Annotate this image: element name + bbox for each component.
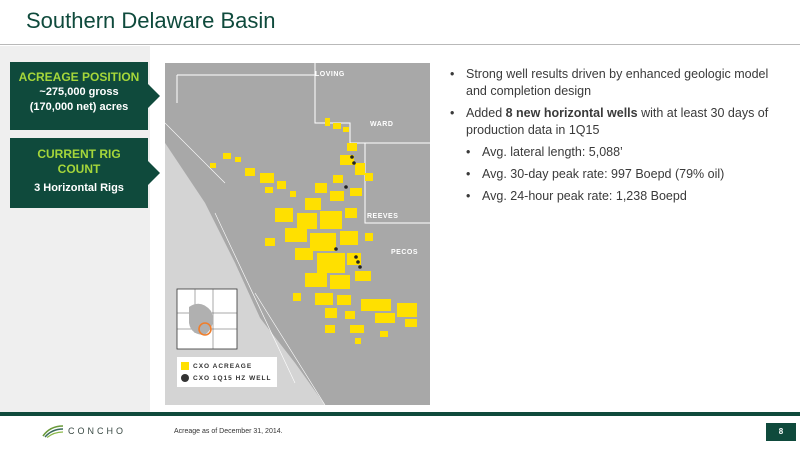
key-points: Strong well results driven by enhanced g… [450,66,790,210]
title-divider [0,44,800,45]
acreage-position-callout: ACREAGE POSITION ~275,000 gross (170,000… [10,62,160,130]
logo-wordmark: CONCHO [68,426,126,436]
callout-arrow [148,161,160,185]
map-graphic [165,63,430,405]
bullet-new-wells: Added 8 new horizontal wells with at lea… [450,105,790,139]
legend-wells: CXO 1Q15 HZ WELL [181,372,273,384]
sub-bullet-24-hour-rate: Avg. 24-hour peak rate: 1,238 Boepd [450,188,790,205]
footer-rule [0,412,800,416]
company-logo: CONCHO [42,424,126,438]
county-label-loving: LOVING [315,71,345,78]
bullet-well-results: Strong well results driven by enhanced g… [450,66,790,100]
page-number: 8 [766,423,796,441]
sub-bullet-lateral-length: Avg. lateral length: 5,088’ [450,144,790,161]
sub-bullet-30-day-rate: Avg. 30-day peak rate: 997 Boepd (79% oi… [450,166,790,183]
acreage-position-heading: ACREAGE POSITION [18,70,140,84]
acreage-gross: ~275,000 gross [39,86,119,98]
footnote: Acreage as of December 31, 2014. [174,428,283,435]
map-legend: CXO ACREAGE CXO 1Q15 HZ WELL [177,357,277,387]
rig-count-callout: CURRENT RIG COUNT 3 Horizontal Rigs [10,138,160,208]
rig-count-value: 3 Horizontal Rigs [34,182,124,194]
county-label-pecos: PECOS [391,249,419,256]
callout-arrow [148,84,160,108]
page-title: Southern Delaware Basin [26,8,276,33]
acreage-swatch-icon [181,362,189,370]
acreage-net: (170,000 net) acres [29,101,129,113]
concho-mark-icon [42,425,64,438]
basin-map: LOVING WARD REEVES PECOS CXO ACREAGE CXO… [165,63,430,405]
county-label-ward: WARD [370,121,394,128]
rig-count-heading: CURRENT RIG COUNT [37,147,121,176]
county-label-reeves: REEVES [367,213,399,220]
legend-acreage: CXO ACREAGE [181,360,273,372]
well-dot-icon [181,374,189,382]
